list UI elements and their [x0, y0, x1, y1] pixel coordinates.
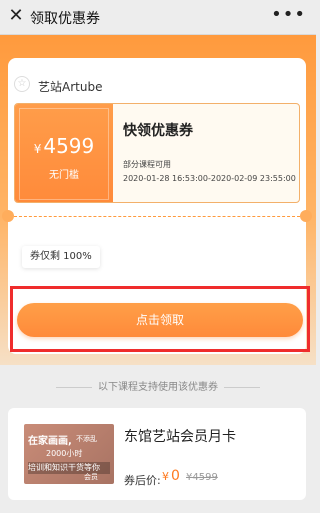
after-coupon-price: ¥0: [162, 468, 180, 484]
more-icon[interactable]: •••: [271, 4, 306, 25]
remaining-badge: 券仅剩 100%: [22, 246, 100, 268]
coupon-threshold: 无门槛: [49, 170, 79, 181]
page-title: 领取优惠券: [30, 11, 100, 27]
star-icon: ☆: [14, 76, 30, 92]
currency-symbol: ¥: [33, 142, 42, 156]
after-coupon-label: 券后价:: [124, 474, 161, 487]
thumb-text-2: 2000小时: [46, 449, 83, 458]
original-price: ¥4599: [186, 472, 218, 483]
ticket-divider: [14, 216, 300, 217]
coupon-amount-panel: ¥4599 无门槛: [15, 104, 113, 202]
coupon-amount: 4599: [43, 134, 95, 158]
claim-highlight-frame: 点击领取: [10, 286, 310, 352]
ticket-notch-right: [300, 210, 312, 222]
brand-name: 艺站Artube: [38, 80, 103, 94]
close-icon[interactable]: ✕: [6, 6, 26, 26]
thumb-text-1-small: 不添乱: [76, 435, 97, 443]
coupon-title: 快领优惠券: [123, 123, 193, 139]
supported-courses-heading: 以下课程支持使用该优惠券: [0, 378, 316, 393]
coupon-ticket: ¥4599 无门槛 快领优惠券 部分课程可用 2020-01-28 16:53:…: [14, 103, 300, 203]
thumb-text-4: 会员: [84, 473, 98, 481]
course-title[interactable]: 东馆艺站会员月卡: [124, 426, 236, 446]
after-value: 0: [171, 468, 180, 484]
ticket-notch-left: [2, 210, 14, 222]
after-currency: ¥: [162, 470, 169, 483]
course-thumbnail[interactable]: 在家画画, 不添乱 2000小时 培训和知识干货等你 会员: [24, 424, 114, 484]
coupon-validity: 2020-01-28 16:53:00-2020-02-09 23:55:00: [123, 174, 296, 183]
coupon-scope: 部分课程可用: [123, 160, 171, 169]
course-card[interactable]: 在家画画, 不添乱 2000小时 培训和知识干货等你 会员 东馆艺站会员月卡 券…: [8, 408, 306, 500]
coupon-price: ¥4599: [15, 134, 113, 158]
thumb-text-1: 在家画画,: [28, 436, 72, 447]
claim-button[interactable]: 点击领取: [17, 303, 303, 337]
title-bar: ✕ 领取优惠券 •••: [0, 0, 316, 35]
